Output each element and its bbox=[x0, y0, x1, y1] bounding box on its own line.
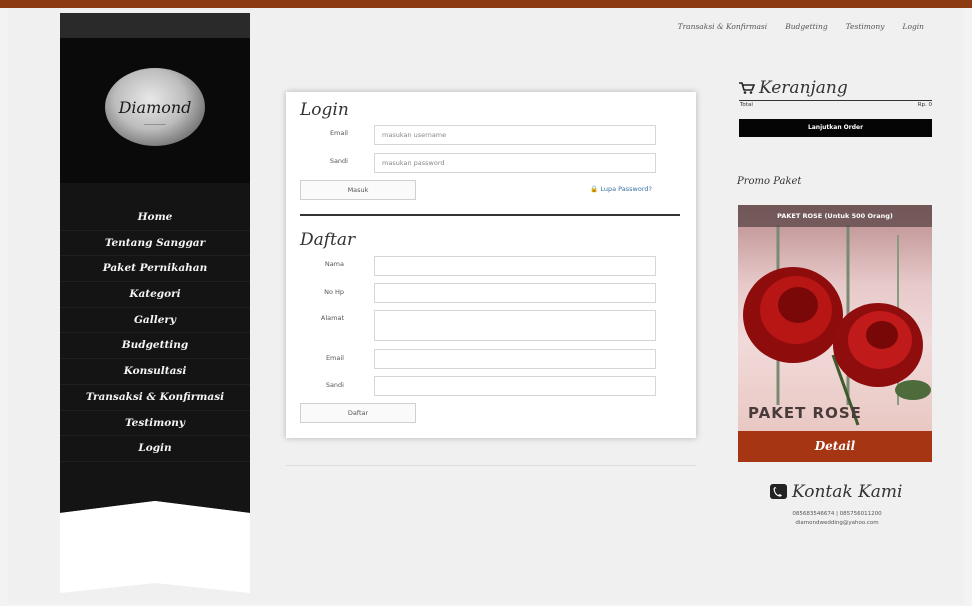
daftar-sandi-label: Sandi bbox=[325, 381, 344, 389]
sidebar-item-tentang-sanggar[interactable]: Tentang Sanggar bbox=[60, 231, 250, 257]
auth-card: Login Email masukan username Sandi masuk… bbox=[286, 92, 696, 438]
cart-heading: Keranjang bbox=[739, 78, 848, 98]
login-email-label: Email bbox=[329, 129, 348, 137]
sidebar-item-transaksi[interactable]: Transaksi & Konfirmasi bbox=[60, 385, 250, 411]
promo-detail-button[interactable]: Detail bbox=[738, 431, 932, 462]
top-nav: Transaksi & Konfirmasi Budgetting Testim… bbox=[678, 22, 924, 31]
daftar-submit-button[interactable]: Daftar bbox=[300, 403, 416, 423]
sidebar-item-budgetting[interactable]: Budgetting bbox=[60, 333, 250, 360]
login-password-input[interactable]: masukan password bbox=[374, 153, 656, 173]
section-divider bbox=[300, 214, 680, 216]
rose-image bbox=[743, 225, 931, 426]
cart-icon bbox=[739, 82, 755, 94]
lock-icon: 🔒 bbox=[590, 185, 599, 193]
topnav-transaksi[interactable]: Transaksi & Konfirmasi bbox=[678, 22, 768, 31]
continue-order-button[interactable]: Lanjutkan Order bbox=[739, 119, 932, 137]
daftar-title: Daftar bbox=[300, 230, 356, 250]
sidebar-item-konsultasi[interactable]: Konsultasi bbox=[60, 359, 250, 385]
sidebar-item-paket-pernikahan[interactable]: Paket Pernikahan bbox=[60, 256, 250, 283]
login-sandi-label: Sandi bbox=[329, 157, 348, 165]
login-title: Login bbox=[300, 100, 349, 120]
promo-image[interactable]: PAKET ROSE (Untuk 500 Orang) PAKET ROSE bbox=[738, 205, 932, 431]
sidebar-item-gallery[interactable]: Gallery bbox=[60, 308, 250, 334]
daftar-alamat-textarea[interactable] bbox=[374, 310, 656, 341]
sidebar-menu: Home Tentang Sanggar Paket Pernikahan Ka… bbox=[60, 183, 250, 483]
login-email-input[interactable]: masukan username bbox=[374, 125, 656, 145]
cart-total-value: Rp. 0 bbox=[917, 102, 932, 108]
logo-area[interactable]: Diamond ───────── bbox=[60, 38, 250, 183]
topnav-budgetting[interactable]: Budgetting bbox=[785, 22, 827, 31]
daftar-alamat-label: Alamat bbox=[320, 314, 344, 322]
cart-total-row: Total Rp. 0 bbox=[740, 102, 932, 108]
daftar-nohp-input[interactable] bbox=[374, 283, 656, 303]
forgot-password-text: Lupa Password? bbox=[600, 185, 652, 193]
login-submit-button[interactable]: Masuk bbox=[300, 180, 416, 200]
cart-underline bbox=[739, 100, 932, 101]
contact-title: Kontak Kami bbox=[792, 482, 903, 502]
daftar-sandi-input[interactable] bbox=[374, 376, 656, 396]
logo-text: Diamond bbox=[118, 98, 192, 117]
sidebar-item-testimony[interactable]: Testimony bbox=[60, 411, 250, 437]
daftar-email-input[interactable] bbox=[374, 349, 656, 369]
sidebar-item-login[interactable]: Login bbox=[60, 436, 250, 462]
phone-icon bbox=[770, 484, 787, 499]
logo-underline: ───────── bbox=[144, 122, 166, 127]
promo-caption: PAKET ROSE bbox=[748, 404, 862, 422]
sidebar-ribbon-tail bbox=[60, 483, 250, 593]
sidebar-top-strip bbox=[60, 13, 250, 38]
forgot-password-link[interactable]: 🔒 Lupa Password? bbox=[590, 185, 652, 193]
contact-phones: 085683546674 | 085756011200 bbox=[792, 511, 882, 517]
contact-email[interactable]: diamondwedding@yahoo.com bbox=[737, 520, 937, 526]
content-separator bbox=[286, 465, 696, 466]
cart-title: Keranjang bbox=[759, 78, 848, 98]
topnav-testimony[interactable]: Testimony bbox=[846, 22, 885, 31]
contact-heading: Kontak Kami bbox=[770, 482, 903, 502]
cart-total-label: Total bbox=[740, 102, 753, 108]
promo-label: Promo Paket bbox=[737, 176, 802, 187]
daftar-nohp-label: No Hp bbox=[324, 288, 344, 296]
promo-header: PAKET ROSE (Untuk 500 Orang) bbox=[738, 205, 932, 227]
sidebar-item-kategori[interactable]: Kategori bbox=[60, 282, 250, 308]
daftar-email-label: Email bbox=[325, 354, 344, 362]
topnav-login[interactable]: Login bbox=[902, 22, 924, 31]
sidebar: Diamond ───────── Home Tentang Sanggar P… bbox=[60, 13, 250, 593]
sidebar-item-home[interactable]: Home bbox=[60, 205, 250, 231]
daftar-nama-input[interactable] bbox=[374, 256, 656, 276]
daftar-nama-label: Nama bbox=[324, 260, 344, 268]
top-accent-bar bbox=[0, 0, 972, 8]
